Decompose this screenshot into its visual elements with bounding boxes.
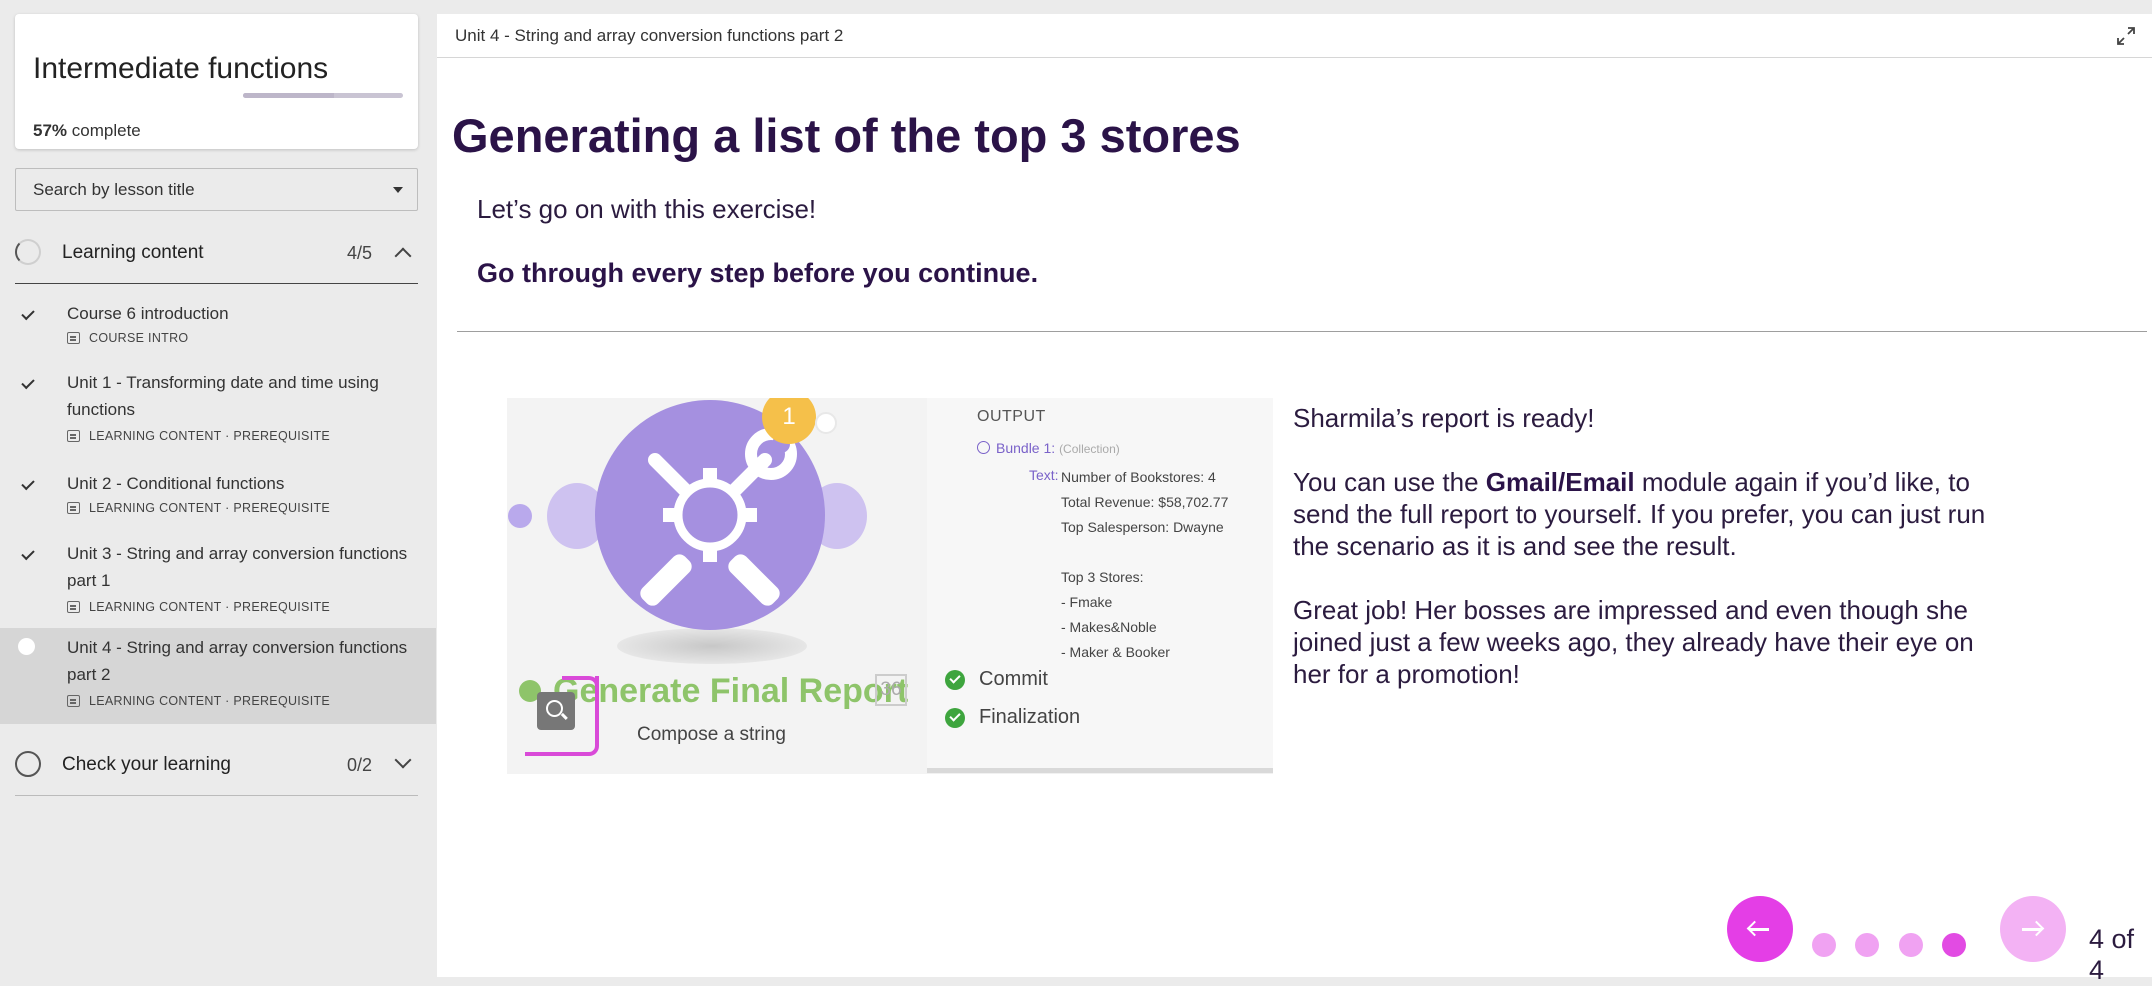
arrow-right-icon: [2022, 928, 2042, 931]
module-title: Generate Final Report: [553, 672, 909, 710]
module-subtitle: Compose a string: [637, 724, 786, 745]
lesson-title: Unit 2 - Conditional functions: [67, 474, 285, 493]
checkmark-icon: [21, 476, 35, 491]
lesson-meta-text: LEARNING CONTENT · PREREQUISITE: [89, 501, 331, 515]
lesson-item[interactable]: Unit 2 - Conditional functions LEARNING …: [0, 468, 436, 528]
course-progress-text: 57% complete: [33, 121, 141, 141]
section-count: 4/5: [347, 243, 373, 263]
course-progress-bar: [243, 93, 403, 98]
intro-instruction: Go through every step before you continu…: [477, 258, 1039, 288]
paragraph: You can use the Gmail/Email module again…: [1293, 466, 2013, 562]
progress-suffix: complete: [71, 121, 141, 140]
lesson-body: Sharmila’s report is ready! You can use …: [1293, 402, 2013, 722]
gmail-term: Gmail: [1485, 467, 1559, 497]
scenario-screenshot: 1 Generate Final Report 36 Compose a str…: [507, 398, 1273, 774]
next-button[interactable]: [2000, 896, 2066, 962]
section-count: 0/2: [347, 755, 373, 775]
pagination-dot-current[interactable]: [1942, 933, 1966, 957]
lesson-title: Course 6 introduction: [67, 304, 229, 323]
expand-icon[interactable]: [2116, 26, 2136, 46]
lesson-meta: LEARNING CONTENT · PREREQUISITE: [67, 600, 330, 614]
course-progress-fill: [243, 93, 335, 98]
connector-dot: [508, 504, 532, 528]
lesson-item[interactable]: Unit 3 - String and array conversion fun…: [0, 538, 436, 620]
course-card: Intermediate functions 57% complete: [15, 14, 418, 149]
document-icon: [67, 601, 80, 613]
section-title: Learning content: [62, 242, 204, 263]
lesson-item[interactable]: Course 6 introduction COURSE INTRO: [0, 296, 436, 356]
previous-button[interactable]: [1727, 896, 1793, 962]
lesson-title: Unit 1 - Transforming date and time usin…: [67, 373, 379, 419]
module-number: 36: [875, 674, 907, 706]
arrow-left-icon: [1749, 928, 1769, 931]
bundle-type: (Collection): [1059, 442, 1120, 456]
text-label: Text:: [1029, 467, 1059, 483]
lesson-meta-text: COURSE INTRO: [89, 331, 189, 345]
checkmark-icon: [21, 306, 35, 321]
paragraph-text: You can use the: [1293, 467, 1486, 497]
divider: [457, 331, 2147, 332]
intro-text: Let’s go on with this exercise!: [477, 194, 817, 224]
current-lesson-dot-icon: [18, 638, 35, 655]
lesson-topbar: Unit 4 - String and array conversion fun…: [437, 14, 2152, 58]
pagination-dot[interactable]: [1899, 933, 1923, 957]
lesson-content: Unit 4 - String and array conversion fun…: [437, 14, 2152, 985]
document-icon: [67, 695, 80, 707]
progress-ring-icon: [15, 751, 41, 777]
lesson-search-placeholder: Search by lesson title: [33, 180, 195, 199]
email-term: Email: [1565, 467, 1635, 497]
lesson-meta-text: LEARNING CONTENT · PREREQUISITE: [89, 694, 331, 708]
lesson-meta: LEARNING CONTENT · PREREQUISITE: [67, 694, 330, 708]
lesson-meta: LEARNING CONTENT · PREREQUISITE: [67, 501, 330, 515]
lesson-meta-text: LEARNING CONTENT · PREREQUISITE: [89, 429, 331, 443]
document-icon: [67, 430, 80, 442]
lesson-title: Unit 3 - String and array conversion fun…: [67, 544, 408, 590]
bundle-row: Bundle 1: (Collection): [977, 440, 1120, 456]
stage-label: Finalization: [979, 706, 1081, 728]
stage-commit: Commit: [945, 668, 1048, 691]
progress-percent: 57%: [33, 121, 68, 140]
lesson-meta-text: LEARNING CONTENT · PREREQUISITE: [89, 600, 331, 614]
stage-label: Commit: [979, 668, 1048, 690]
zoom-in-icon[interactable]: [537, 692, 575, 730]
stage-finalization: Finalization: [945, 706, 1080, 729]
pagination-dot[interactable]: [1855, 933, 1879, 957]
lesson-meta: COURSE INTRO: [67, 331, 188, 345]
paragraph: Great job! Her bosses are impressed and …: [1293, 595, 1974, 689]
document-icon: [67, 332, 80, 344]
collapse-icon: [977, 441, 990, 454]
pagination-dot[interactable]: [1812, 933, 1836, 957]
checkmark-icon: [21, 546, 35, 561]
output-panel: OUTPUT Bundle 1: (Collection) Text: Numb…: [927, 398, 1273, 773]
success-check-icon: [945, 669, 965, 690]
module-panel: 1 Generate Final Report 36 Compose a str…: [507, 398, 927, 774]
course-sidebar: Intermediate functions 57% complete Sear…: [0, 0, 436, 977]
lesson-item[interactable]: Unit 1 - Transforming date and time usin…: [0, 367, 436, 449]
lesson-meta: LEARNING CONTENT · PREREQUISITE: [67, 429, 330, 443]
section-title: Check your learning: [62, 754, 231, 775]
lesson-title: Unit 4 - String and array conversion fun…: [67, 638, 408, 684]
chevron-down-icon: [394, 751, 412, 769]
success-check-icon: [945, 707, 965, 728]
lesson-search-select[interactable]: Search by lesson title: [15, 168, 418, 211]
text-output: Number of Bookstores: 4 Total Revenue: $…: [1061, 469, 1229, 660]
paragraph: Sharmila’s report is ready!: [1293, 403, 1595, 433]
lesson-item-active[interactable]: Unit 4 - String and array conversion fun…: [0, 628, 436, 724]
section-check-your-learning[interactable]: Check your learning 0/2: [15, 740, 418, 796]
bundle-label: Bundle 1:: [996, 440, 1056, 456]
page-title: Generating a list of the top 3 stores: [452, 109, 1241, 162]
unit-title: Unit 4 - String and array conversion fun…: [455, 26, 844, 45]
chevron-up-icon: [394, 247, 412, 265]
course-title: Intermediate functions: [33, 52, 329, 85]
progress-ring-icon: [15, 239, 41, 265]
document-icon: [67, 502, 80, 514]
checkmark-icon: [21, 375, 35, 390]
section-learning-content[interactable]: Learning content 4/5: [15, 228, 418, 284]
caret-down-icon: [393, 187, 403, 193]
output-title: OUTPUT: [977, 408, 1046, 425]
